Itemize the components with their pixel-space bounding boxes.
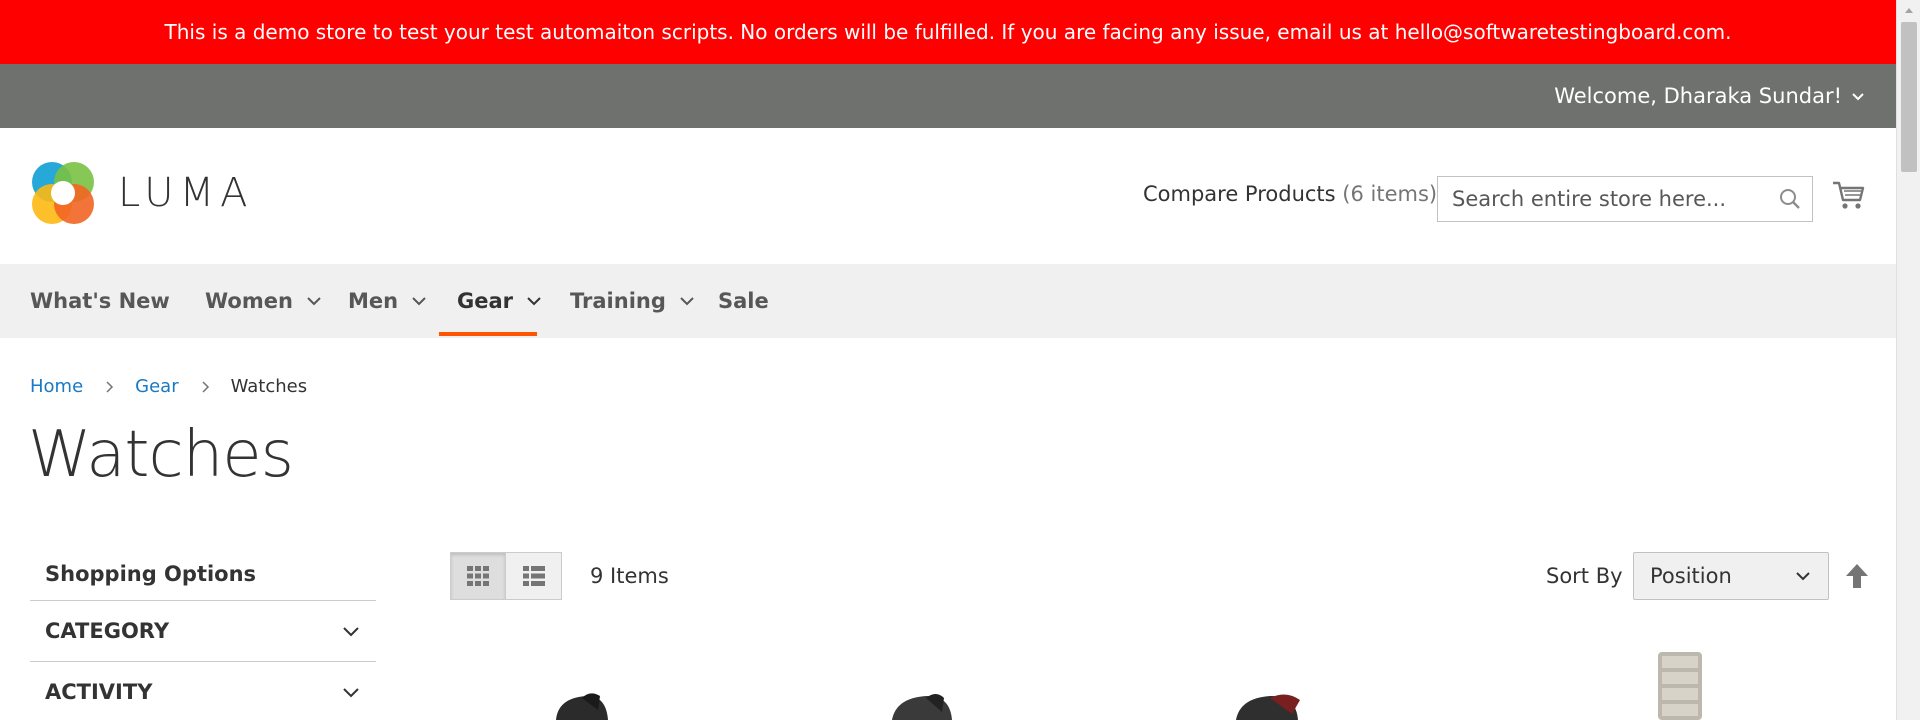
chevron-down-icon (343, 627, 359, 637)
product-image[interactable] (886, 640, 966, 720)
product-image[interactable] (546, 640, 626, 720)
nav-item-training[interactable]: Training (570, 264, 696, 338)
search-input[interactable] (1438, 177, 1768, 221)
site-header: LUMA Compare Products (6 items) (0, 128, 1896, 264)
nav-item-gear[interactable]: Gear (457, 264, 543, 338)
nav-item-women[interactable]: Women (205, 264, 323, 338)
nav-item-label: Gear (457, 289, 514, 313)
product-image[interactable] (1230, 640, 1310, 720)
breadcrumb-current: Watches (230, 376, 308, 397)
breadcrumb: Home Gear Watches (30, 376, 307, 397)
sort-direction-arrow-icon[interactable] (1844, 562, 1870, 590)
luma-logo[interactable]: LUMA (30, 160, 253, 226)
shopping-options-heading: Shopping Options (45, 562, 257, 586)
nav-item-label: What's New (30, 289, 170, 313)
product-grid (450, 640, 1870, 720)
nav-item-sale[interactable]: Sale (718, 264, 769, 338)
scrollbar-thumb[interactable] (1901, 22, 1917, 172)
filter-label: CATEGORY (45, 619, 170, 643)
breadcrumb-home-link[interactable]: Home (30, 376, 83, 397)
page-title: Watches (28, 418, 294, 492)
nav-item-men[interactable]: Men (348, 264, 428, 338)
cart-icon[interactable] (1832, 178, 1866, 212)
nav-item-label: Training (570, 289, 666, 313)
filter-activity[interactable]: ACTIVITY (30, 661, 376, 720)
nav-item-label: Women (205, 289, 293, 313)
product-image[interactable] (1650, 640, 1730, 720)
main-navigation: What's New Women Men Gear Training Sale (0, 264, 1896, 338)
demo-store-notice-text: This is a demo store to test your test a… (164, 20, 1732, 44)
demo-store-notice: This is a demo store to test your test a… (0, 0, 1896, 64)
view-mode-switcher (450, 552, 562, 600)
nav-item-label: Men (348, 289, 399, 313)
breadcrumb-gear-link[interactable]: Gear (135, 376, 178, 397)
logo-wordmark: LUMA (118, 170, 254, 216)
nav-active-indicator (439, 332, 537, 336)
chevron-down-icon (527, 297, 541, 306)
list-icon (522, 566, 545, 586)
luma-logo-icon (32, 162, 94, 224)
compare-products-link[interactable]: Compare Products (6 items) (1143, 182, 1437, 206)
chevron-right-icon (202, 380, 209, 393)
search-box (1437, 176, 1813, 222)
layered-navigation: Shopping Options CATEGORY ACTIVITY (30, 548, 376, 720)
customer-menu-toggle[interactable]: Welcome, Dharaka Sundar! (1554, 64, 1866, 128)
welcome-message: Welcome, Dharaka Sundar! (1554, 84, 1842, 108)
nav-item-label: Sale (718, 289, 769, 313)
list-view-button[interactable] (506, 552, 562, 600)
chevron-down-icon (680, 297, 694, 306)
nav-item-whats-new[interactable]: What's New (30, 264, 170, 338)
products-toolbar: 9 Items Sort By Position (450, 552, 1870, 600)
compare-products-label: Compare Products (1143, 182, 1336, 206)
chevron-down-icon (307, 297, 321, 306)
chevron-down-icon (1852, 93, 1864, 101)
filter-label: ACTIVITY (45, 680, 153, 704)
scroll-up-arrow-icon[interactable] (1897, 0, 1920, 20)
chevron-down-icon (1796, 572, 1810, 581)
sort-by-label: Sort By (1546, 564, 1623, 588)
grid-view-button[interactable] (450, 552, 506, 600)
search-icon (1780, 189, 1800, 209)
page-scrollbar[interactable] (1896, 0, 1920, 720)
grid-icon (467, 566, 489, 586)
chevron-right-icon (106, 380, 114, 393)
search-button[interactable] (1768, 177, 1812, 221)
sort-by-select[interactable]: Position (1633, 552, 1829, 600)
toolbar-amount: 9 Items (590, 564, 669, 588)
compare-products-count: (6 items) (1342, 182, 1438, 206)
sort-by-value: Position (1650, 564, 1732, 588)
chevron-down-icon (412, 297, 426, 306)
filter-category[interactable]: CATEGORY (30, 600, 376, 661)
chevron-down-icon (343, 688, 359, 698)
top-bar: Welcome, Dharaka Sundar! (0, 64, 1896, 128)
